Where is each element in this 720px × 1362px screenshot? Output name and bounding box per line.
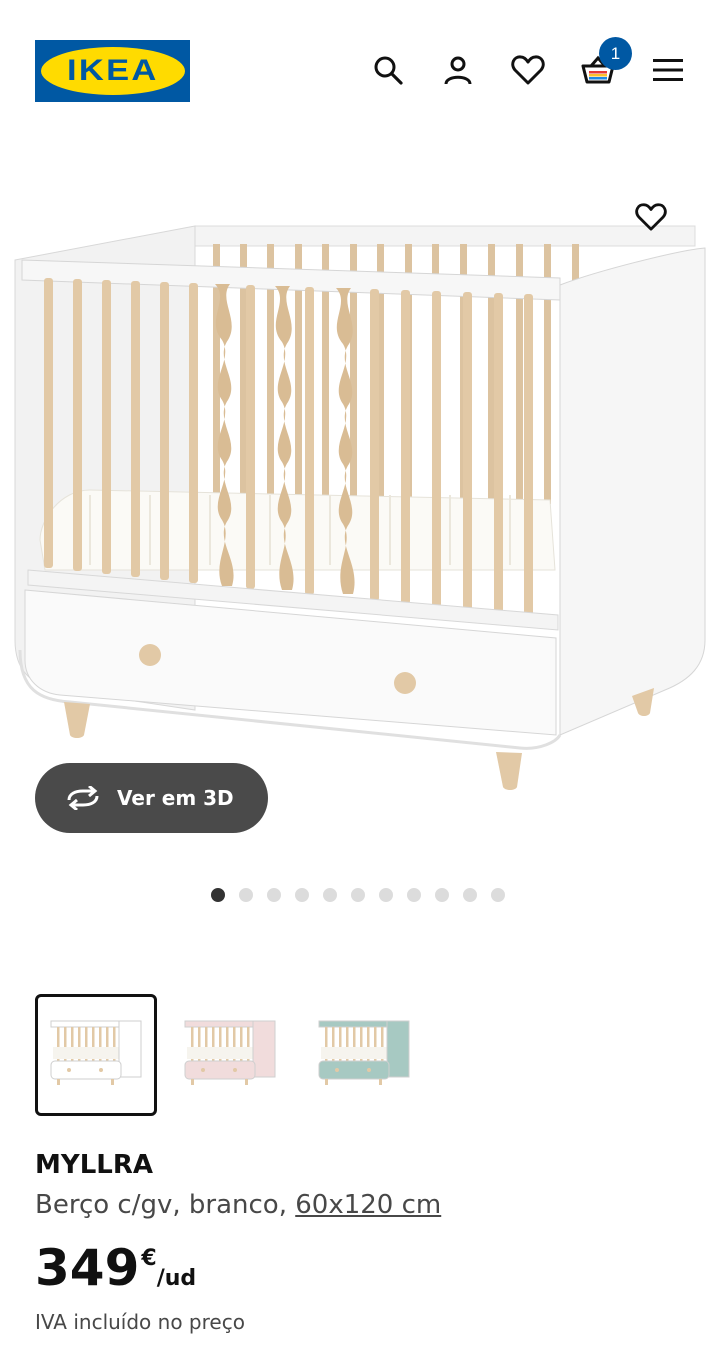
- cart-count-badge: 1: [599, 37, 632, 70]
- product-price: 349 € /ud: [35, 1240, 196, 1296]
- view-3d-label: Ver em 3D: [117, 786, 234, 810]
- product-size-link[interactable]: 60x120 cm: [295, 1190, 441, 1220]
- vat-note: IVA incluído no preço: [35, 1310, 245, 1334]
- site-header: IKEA 1: [0, 0, 720, 140]
- gallery-pagination: [0, 888, 720, 904]
- heart-icon[interactable]: [506, 48, 550, 92]
- pagination-dot[interactable]: [491, 888, 505, 902]
- pagination-dot[interactable]: [351, 888, 365, 902]
- pagination-dot[interactable]: [407, 888, 421, 902]
- logo-text: IKEA: [66, 54, 159, 87]
- logo-oval: IKEA: [40, 47, 185, 95]
- variant-crib-image: [318, 1020, 410, 1085]
- pagination-dot[interactable]: [211, 888, 225, 902]
- product-gallery[interactable]: Ver em 3D: [0, 140, 720, 880]
- user-icon[interactable]: [436, 48, 480, 92]
- price-currency: €: [141, 1246, 157, 1271]
- variant-thumbnail[interactable]: [35, 994, 157, 1116]
- pagination-dot[interactable]: [463, 888, 477, 902]
- search-icon[interactable]: [366, 48, 410, 92]
- view-3d-button[interactable]: Ver em 3D: [35, 763, 268, 833]
- product-description: Berço c/gv, branco, 60x120 cm: [35, 1190, 441, 1220]
- price-integer: 349: [35, 1239, 140, 1297]
- pagination-dot[interactable]: [379, 888, 393, 902]
- pagination-dot[interactable]: [323, 888, 337, 902]
- ikea-logo[interactable]: IKEA: [35, 40, 190, 102]
- variant-crib-image: [184, 1020, 276, 1085]
- variant-crib-image: [50, 1020, 142, 1085]
- pagination-dot[interactable]: [267, 888, 281, 902]
- add-to-favourites-icon[interactable]: [630, 196, 672, 238]
- rotate-3d-icon: [67, 786, 99, 810]
- pagination-dot[interactable]: [435, 888, 449, 902]
- color-variants: [35, 994, 425, 1116]
- pagination-dot[interactable]: [295, 888, 309, 902]
- menu-icon[interactable]: [646, 48, 690, 92]
- product-name: MYLLRA: [35, 1150, 153, 1180]
- pagination-dot[interactable]: [239, 888, 253, 902]
- price-unit: /ud: [156, 1266, 197, 1291]
- variant-thumbnail[interactable]: [303, 994, 425, 1116]
- variant-thumbnail[interactable]: [169, 994, 291, 1116]
- product-description-text: Berço c/gv, branco,: [35, 1190, 296, 1220]
- crib-product-image: [14, 225, 706, 790]
